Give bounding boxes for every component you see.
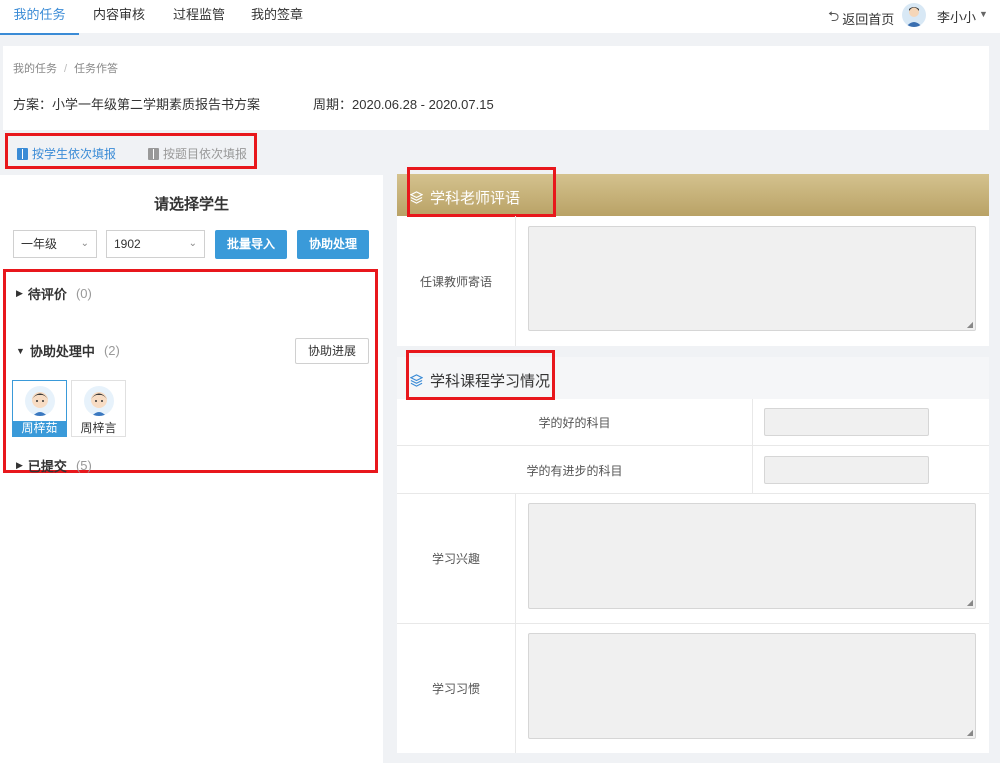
back-home-label: 返回首页 <box>842 11 895 27</box>
group-label: 待评价 <box>27 287 67 302</box>
user-name[interactable]: 李小小 <box>937 7 976 26</box>
user-avatar-icon <box>906 7 922 27</box>
resize-grip-icon[interactable]: ◢ <box>967 320 973 329</box>
user-avatar[interactable] <box>902 3 926 27</box>
improved-subjects-label: 学的有进步的科目 <box>526 464 623 478</box>
grade-select[interactable]: 一年级 ⌄ <box>13 230 97 258</box>
top-nav: 我的任务 内容审核 过程监管 我的签章 ⮌ 返回首页 李小小 ▼ <box>0 0 1000 35</box>
group-label: 协助处理中 <box>29 344 95 359</box>
teacher-comment-title: 学科老师评语 <box>430 190 521 207</box>
chevron-down-icon: ⌄ <box>188 238 197 249</box>
tab-my-tasks[interactable]: 我的任务 <box>0 0 79 35</box>
tab-my-signature[interactable]: 我的签章 <box>239 0 315 35</box>
teacher-message-label: 任课教师寄语 <box>419 275 492 289</box>
divider <box>752 399 753 493</box>
mode-by-student[interactable]: 按学生依次填报 <box>17 145 116 162</box>
back-home-link[interactable]: ⮌ 返回首页 <box>828 6 894 30</box>
learning-habits-textarea[interactable]: ◢ <box>528 633 976 739</box>
mode-by-question[interactable]: 按题目依次填报 <box>148 145 247 162</box>
caret-right-icon: ▶ <box>16 460 23 470</box>
student-avatar <box>83 386 114 416</box>
learning-habits-label: 学习习惯 <box>431 682 480 696</box>
caret-right-icon: ▶ <box>16 288 23 298</box>
teacher-message-textarea[interactable]: ◢ <box>528 226 976 331</box>
chevron-down-icon: ⌄ <box>80 238 89 249</box>
group-count: (5) <box>75 458 92 473</box>
student-avatar <box>24 386 55 416</box>
layers-icon <box>410 191 423 204</box>
fill-mode-toggle: 按学生依次填报 按题目依次填报 <box>5 133 257 169</box>
divider <box>397 493 989 494</box>
mode-by-question-label: 按题目依次填报 <box>163 147 248 161</box>
group-count: (0) <box>75 286 92 301</box>
good-subjects-label: 学的好的科目 <box>538 416 611 430</box>
divider <box>515 216 516 346</box>
resize-grip-icon[interactable]: ◢ <box>967 728 973 737</box>
course-study-title-row: 学科课程学习情况 <box>410 370 550 391</box>
assist-progress-button[interactable]: 协助进展 <box>295 338 369 364</box>
breadcrumb-task-answer: 任务作答 <box>74 63 119 75</box>
teacher-comment-title-row: 学科老师评语 <box>410 187 520 208</box>
student-card[interactable]: 周梓茹 <box>12 380 67 437</box>
chevron-down-icon[interactable]: ▼ <box>979 9 988 19</box>
improved-subjects-input[interactable] <box>764 456 929 484</box>
group-pending-evaluation[interactable]: ▶ 待评价 (0) <box>16 284 92 303</box>
divider <box>397 623 989 624</box>
group-assist-in-progress[interactable]: ▼ 协助处理中 (2) <box>16 341 120 360</box>
select-student-title: 请选择学生 <box>153 196 229 213</box>
tab-process-supervision[interactable]: 过程监管 <box>159 0 239 35</box>
student-group-list: ▶ 待评价 (0) ▼ 协助处理中 (2) 协助进展 周梓茹 周梓言 ▶ 已提交… <box>3 269 378 475</box>
student-avatar-icon <box>90 392 107 416</box>
teacher-comment-card: 学科老师评语 任课教师寄语 ◢ <box>397 167 989 346</box>
resize-grip-icon[interactable]: ◢ <box>967 598 973 607</box>
class-select[interactable]: 1902 ⌄ <box>106 230 205 258</box>
learning-interest-label: 学习兴趣 <box>431 552 480 566</box>
book-icon <box>17 147 28 160</box>
mode-by-student-label: 按学生依次填报 <box>32 147 117 161</box>
book-icon <box>148 147 159 160</box>
caret-down-icon: ▼ <box>16 345 25 356</box>
grade-select-value: 一年级 <box>21 237 58 251</box>
divider <box>397 445 989 446</box>
tab-content-review[interactable]: 内容审核 <box>79 0 159 35</box>
class-select-value: 1902 <box>114 237 141 251</box>
group-submitted[interactable]: ▶ 已提交 (5) <box>16 456 92 475</box>
student-card[interactable]: 周梓言 <box>71 380 126 437</box>
assist-handle-button[interactable]: 协助处理 <box>297 230 369 259</box>
group-count: (2) <box>103 343 120 358</box>
learning-interest-textarea[interactable]: ◢ <box>528 503 976 609</box>
return-arrow-icon: ⮌ <box>828 8 840 24</box>
course-study-title: 学科课程学习情况 <box>430 373 551 390</box>
student-name: 周梓言 <box>80 421 117 435</box>
student-avatar-icon <box>31 392 48 416</box>
group-label: 已提交 <box>27 459 67 474</box>
task-info-card: 我的任务 / 任务作答 方案：小学一年级第二学期素质报告书方案 周期：2020.06… <box>3 46 989 130</box>
batch-import-button[interactable]: 批量导入 <box>215 230 287 259</box>
breadcrumb-my-tasks[interactable]: 我的任务 <box>13 63 57 75</box>
period-text: 周期：2020.06.28 - 2020.07.15 <box>313 97 494 112</box>
course-study-card: 学科课程学习情况 学的好的科目 学的有进步的科目 学习兴趣 ◢ 学习习惯 ◢ <box>397 350 989 753</box>
student-select-panel: 请选择学生 一年级 ⌄ 1902 ⌄ 批量导入 协助处理 ▶ 待评价 (0) ▼… <box>0 175 383 763</box>
student-name: 周梓茹 <box>13 421 66 436</box>
plan-text: 方案：小学一年级第二学期素质报告书方案 <box>13 97 261 112</box>
breadcrumb: 我的任务 / 任务作答 <box>13 60 118 76</box>
breadcrumb-separator: / <box>64 63 68 75</box>
layers-icon <box>410 374 423 387</box>
good-subjects-input[interactable] <box>764 408 929 436</box>
